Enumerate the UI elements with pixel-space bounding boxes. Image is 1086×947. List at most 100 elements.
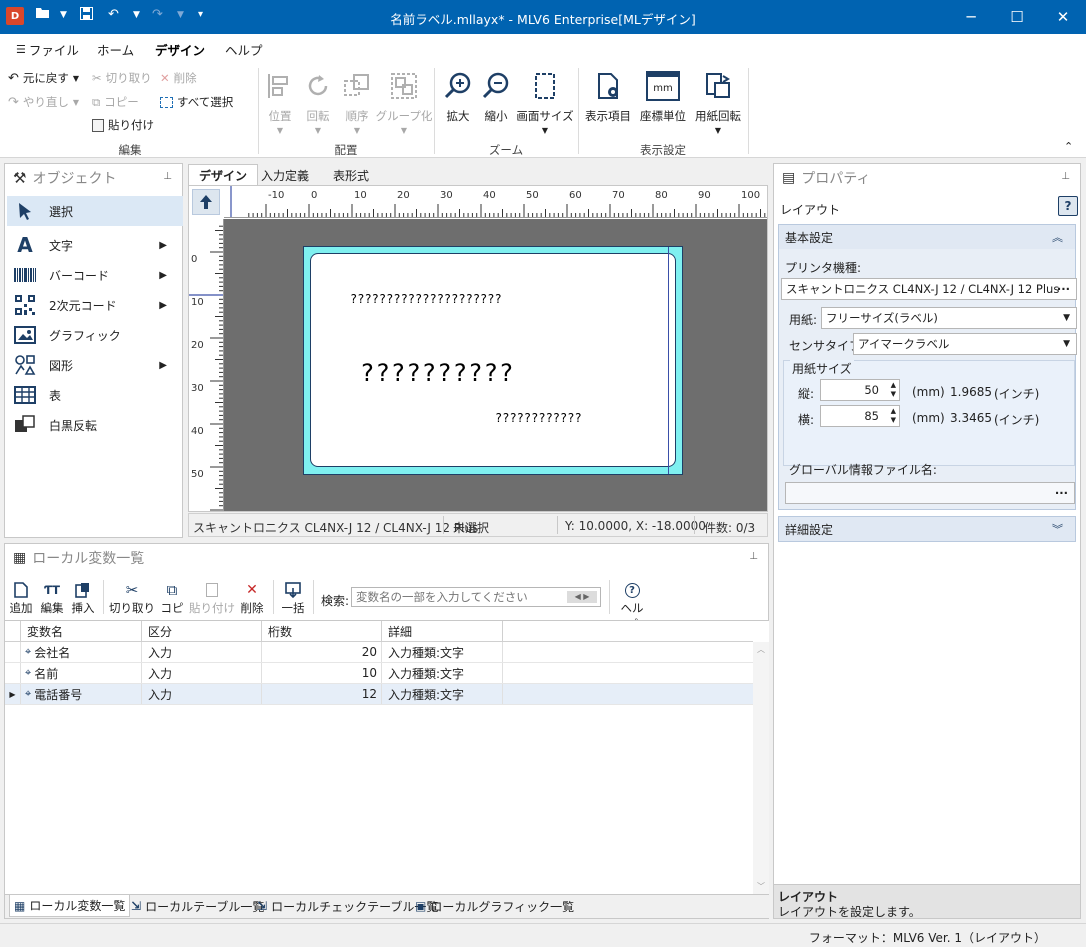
select-all-button[interactable]: すべて選択 [160, 94, 233, 110]
label-text-company[interactable]: ????????????????????? [350, 292, 502, 306]
object-text[interactable]: A 文字 ▶ [7, 230, 183, 260]
column-header-detail[interactable]: 詳細 [382, 621, 503, 641]
label-text-name[interactable]: ?????????? [360, 359, 515, 387]
tab-local-variables[interactable]: ▦ ローカル変数一覧 [9, 895, 131, 917]
object-invert[interactable]: 白黒反転 [7, 410, 183, 440]
object-table[interactable]: 表 [7, 380, 183, 410]
cut-button[interactable]: ✂ 切り取り [92, 70, 152, 86]
ruler-label: 50 [526, 190, 539, 201]
help-icon[interactable]: ? [1058, 196, 1078, 216]
insert-icon [69, 580, 97, 600]
order-layers-icon [335, 68, 379, 104]
undo-button[interactable]: ↶ 元に戻す ▼ [8, 70, 79, 86]
maximize-button[interactable]: ☐ [994, 0, 1040, 34]
copy-button[interactable]: ⧉ コピー [92, 94, 139, 110]
column-header-digits[interactable]: 桁数 [262, 621, 382, 641]
tools-icon: ⚒ [13, 169, 27, 187]
check-table-icon: ⇲ [257, 899, 268, 913]
tab-local-graphics[interactable]: ▣ ローカルグラフィック一覧 [411, 895, 578, 917]
column-header-name[interactable]: 変数名 [21, 621, 142, 641]
variables-list-icon: ▦ [13, 550, 27, 566]
chevron-down-icon: ▼ [400, 126, 408, 135]
search-input[interactable] [352, 588, 562, 606]
tab-table-format[interactable]: 表形式 [323, 164, 379, 186]
table-row[interactable]: ⌖ 名前 入力 10 入力種類:文字 [5, 663, 753, 684]
object-shapes[interactable]: 図形 ▶ [7, 350, 183, 380]
edit-tools-icon: ƬT [44, 583, 60, 597]
add-variable-button[interactable]: 追加 [7, 580, 35, 616]
chevron-down-icon: ▼ [1063, 313, 1070, 323]
object-select[interactable]: 選択 [7, 196, 183, 226]
bulk-button[interactable]: 一括 [279, 580, 307, 616]
pin-icon[interactable]: ⊥ [749, 551, 758, 562]
delete-button[interactable]: ✕ 削除 [160, 70, 197, 86]
rotate-button[interactable]: 回転 ▼ [296, 68, 340, 135]
order-button[interactable]: 順序 ▼ [335, 68, 379, 135]
paper-select[interactable]: フリーサイズ(ラベル) ▼ [821, 307, 1077, 329]
stepper-arrows-icon[interactable]: ▲ ▼ [891, 407, 896, 425]
shapes-icon [7, 354, 43, 376]
menu-help[interactable]: ヘルプ [225, 40, 263, 59]
column-header-type[interactable]: 区分 [142, 621, 262, 641]
screen-size-button[interactable]: 画面サイズ ▼ [516, 68, 574, 135]
height-stepper[interactable]: 50 ▲ ▼ [820, 379, 900, 401]
tab-design[interactable]: デザイン [188, 164, 259, 186]
detail-settings-header[interactable]: 詳細設定 ︾ [779, 517, 1075, 541]
display-items-button[interactable]: 表示項目 [585, 68, 631, 124]
paste-button[interactable]: 貼り付け [92, 117, 154, 133]
variable-digits-cell: 12 [262, 684, 382, 704]
menu-file[interactable]: ☰ ファイル [16, 40, 79, 59]
grouping-button[interactable]: グループ化 ▼ [376, 68, 432, 135]
close-button[interactable]: ✕ [1040, 0, 1086, 34]
global-file-field[interactable]: ··· [785, 482, 1075, 504]
insert-variable-button[interactable]: 挿入 [69, 580, 97, 616]
coordinate-units-button[interactable]: mm 座標単位 [640, 68, 686, 124]
zoom-out-button[interactable]: 縮小 [474, 68, 518, 124]
sensor-type-select[interactable]: アイマークラベル ▼ [853, 333, 1077, 355]
pin-icon[interactable]: ⊥ [163, 171, 172, 182]
label-text-phone[interactable]: ???????????? [495, 411, 582, 425]
paste-variable-button[interactable]: 貼り付け [189, 580, 235, 616]
label-printable-area[interactable]: ????????????????????? ?????????? ???????… [310, 253, 676, 467]
label-paper[interactable]: ????????????????????? ?????????? ???????… [303, 246, 683, 475]
menu-home[interactable]: ホーム [97, 40, 134, 59]
object-barcode[interactable]: バーコード ▶ [7, 260, 183, 290]
variable-name-cell: ⌖ 会社名 [21, 642, 142, 662]
width-stepper[interactable]: 85 ▲ ▼ [820, 405, 900, 427]
submenu-arrow-icon: ▶ [159, 269, 167, 281]
edit-variable-button[interactable]: ƬT 編集 [38, 580, 66, 616]
printer-model-field[interactable]: スキャントロニクス CL4NX-J 12 / CL4NX-J 12 Plus ·… [781, 278, 1077, 300]
search-label: 検索: [321, 594, 350, 608]
tab-input-definition[interactable]: 入力定義 [251, 164, 319, 186]
delete-variable-button[interactable]: ✕ 削除 [237, 580, 267, 616]
ruler-label: 30 [440, 190, 453, 201]
menu-design[interactable]: デザイン [155, 40, 206, 64]
stepper-arrows-icon[interactable]: ▲ ▼ [891, 381, 896, 399]
table-row[interactable]: ▶ ⌖ 電話番号 入力 12 入力種類:文字 [5, 684, 753, 705]
cut-variable-button[interactable]: ✂ 切り取り [109, 580, 155, 616]
minimize-button[interactable]: ─ [948, 0, 994, 34]
row-indicator [5, 663, 21, 683]
barcode-icon [7, 268, 43, 282]
variables-list-icon: ▦ [14, 898, 26, 913]
undo-icon: ↶ [8, 70, 19, 86]
ruler-mm-icon: mm [641, 68, 685, 104]
basic-settings-header[interactable]: 基本設定 ︽ [779, 225, 1075, 249]
more-options-icon[interactable]: ··· [1055, 486, 1068, 500]
pin-icon[interactable]: ⊥ [1061, 171, 1070, 182]
object-graphic[interactable]: グラフィック [7, 320, 183, 350]
paper-rotate-button[interactable]: 用紙回転 ▼ [695, 68, 741, 135]
collapse-ribbon-icon[interactable]: ⌃ [1064, 140, 1073, 153]
vertical-scrollbar[interactable]: ︿ ﹀ [753, 642, 769, 894]
redo-button[interactable]: ↷ やり直し ▼ [8, 94, 79, 110]
chevron-down-icon: ▼ [314, 126, 322, 135]
scroll-up-icon[interactable]: ︿ [757, 644, 765, 655]
scissors-icon: ✂ [125, 581, 139, 599]
more-options-icon[interactable]: ··· [1057, 282, 1070, 296]
scroll-down-icon[interactable]: ﹀ [757, 881, 765, 892]
tab-local-tables[interactable]: ⇲ ローカルテーブル一覧 [127, 895, 268, 917]
object-2d-code[interactable]: 2次元コード ▶ [7, 290, 183, 320]
search-prev-next-icon[interactable]: ◀ ▶ [567, 591, 597, 603]
up-arrow-icon[interactable] [192, 189, 220, 215]
table-row[interactable]: ⌖ 会社名 入力 20 入力種類:文字 [5, 642, 753, 663]
